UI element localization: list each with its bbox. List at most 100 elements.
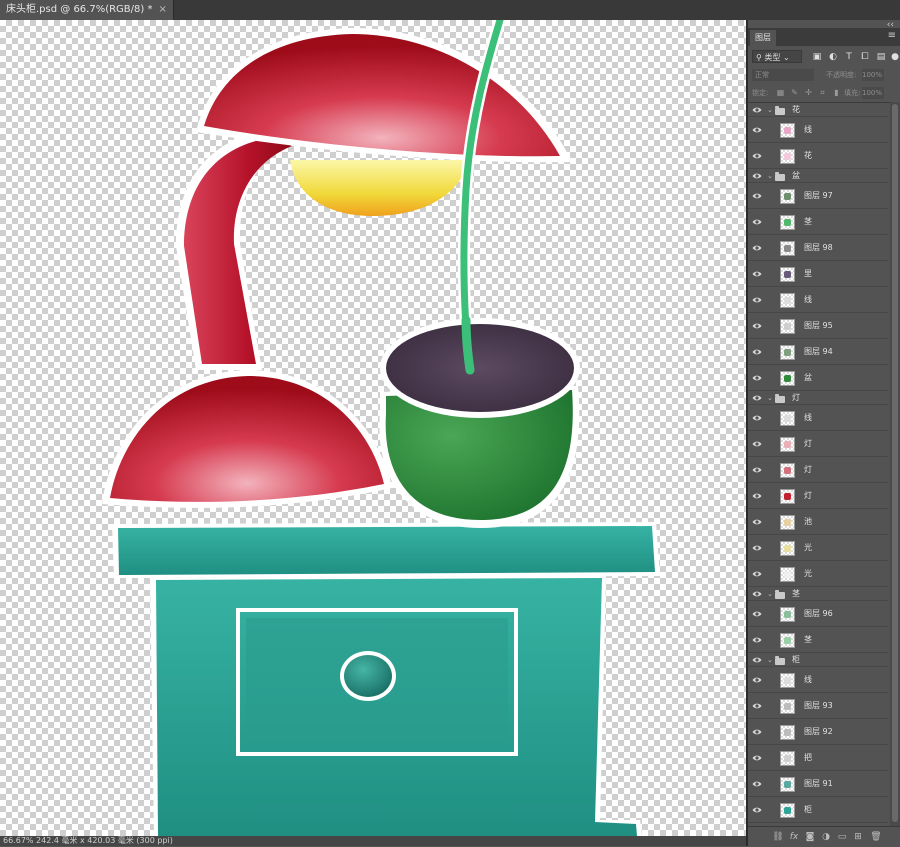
visibility-eye-icon[interactable] xyxy=(752,244,762,252)
link-icon[interactable]: ⛓ xyxy=(772,831,784,843)
layer-row[interactable]: 图层 95 xyxy=(748,313,888,339)
layer-thumbnail xyxy=(780,188,795,204)
visibility-eye-icon[interactable] xyxy=(752,192,762,200)
adjustment-icon[interactable]: ◑ xyxy=(820,831,832,843)
group-icon[interactable]: ▭ xyxy=(836,831,848,843)
filter-type-select[interactable]: ⚲ 类型 ⌄ xyxy=(752,50,802,63)
visibility-eye-icon[interactable] xyxy=(752,270,762,278)
layer-row[interactable]: 灯 xyxy=(748,483,888,509)
layer-row[interactable]: 盆 xyxy=(748,365,888,391)
group-chevron-icon[interactable]: ⌄ xyxy=(767,656,773,664)
visibility-eye-icon[interactable] xyxy=(752,656,762,664)
layer-row[interactable]: 里 xyxy=(748,261,888,287)
close-tab-icon[interactable]: × xyxy=(158,4,166,15)
layer-group-row[interactable]: ⌄ 花 xyxy=(748,103,888,117)
lock-all-icon[interactable]: ▮ xyxy=(832,88,841,97)
blend-mode-select[interactable]: 正常 xyxy=(752,69,814,81)
lock-pixels-icon[interactable]: ✎ xyxy=(790,88,799,97)
visibility-eye-icon[interactable] xyxy=(752,126,762,134)
layer-row[interactable]: 线 xyxy=(748,667,888,693)
layer-row[interactable]: 光 xyxy=(748,535,888,561)
layer-group-row[interactable]: ⌄ 茎 xyxy=(748,587,888,601)
layer-list-scroll-thumb[interactable] xyxy=(892,104,898,822)
panel-menu-icon[interactable]: ≡ xyxy=(888,31,896,41)
visibility-eye-icon[interactable] xyxy=(752,348,762,356)
layer-row[interactable]: 光 xyxy=(748,561,888,587)
layer-list[interactable]: ⌄ 花线花 ⌄ 盆图层 97 茎图层 98 里线图层 95 图层 94 盆 ⌄ 灯线灯灯灯池光光 ⌄… xyxy=(748,102,900,827)
layer-row[interactable]: 茎 xyxy=(748,209,888,235)
visibility-eye-icon[interactable] xyxy=(752,806,762,814)
image-filter-icon[interactable]: ▣ xyxy=(812,52,822,62)
visibility-eye-icon[interactable] xyxy=(752,610,762,618)
visibility-eye-icon[interactable] xyxy=(752,152,762,160)
filter-toggle-icon[interactable]: ● xyxy=(890,52,900,62)
group-chevron-icon[interactable]: ⌄ xyxy=(767,590,773,598)
smart-object-filter-icon[interactable]: ▤ xyxy=(876,52,886,62)
layer-group-row[interactable]: ⌄ 灯 xyxy=(748,391,888,405)
visibility-eye-icon[interactable] xyxy=(752,414,762,422)
layer-row[interactable]: 图层 93 xyxy=(748,693,888,719)
layer-row[interactable]: 图层 91 xyxy=(748,771,888,797)
opacity-input[interactable]: 100% xyxy=(862,69,884,81)
adjustment-filter-icon[interactable]: ◐ xyxy=(828,52,838,62)
layer-filter-row: ⚲ 类型 ⌄ ▣ ◐ T ⧠ ▤ ● xyxy=(748,48,900,66)
new-layer-icon[interactable]: ⊞ xyxy=(852,831,864,843)
tab-layers[interactable]: 图层 xyxy=(750,30,776,46)
layer-name: 光 xyxy=(804,543,812,552)
layer-row[interactable]: 图层 98 xyxy=(748,235,888,261)
visibility-eye-icon[interactable] xyxy=(752,570,762,578)
visibility-eye-icon[interactable] xyxy=(752,636,762,644)
layer-group-row[interactable]: ⌄ 柜 xyxy=(748,653,888,667)
layer-row[interactable]: 池 xyxy=(748,509,888,535)
visibility-eye-icon[interactable] xyxy=(752,590,762,598)
layer-row[interactable]: 图层 92 xyxy=(748,719,888,745)
layer-row[interactable]: 线 xyxy=(748,405,888,431)
layer-thumbnail xyxy=(780,750,795,766)
fill-input[interactable]: 100% xyxy=(862,87,884,99)
lock-transparency-icon[interactable]: ▦ xyxy=(776,88,785,97)
layer-row[interactable]: 线 xyxy=(748,117,888,143)
layer-group-row[interactable]: ⌄ 盆 xyxy=(748,169,888,183)
visibility-eye-icon[interactable] xyxy=(752,394,762,402)
lock-artboard-icon[interactable]: ⌗ xyxy=(818,88,827,97)
visibility-eye-icon[interactable] xyxy=(752,702,762,710)
document-tab[interactable]: 床头柜.psd @ 66.7%(RGB/8) * × xyxy=(0,0,174,20)
delete-icon[interactable]: 🗑 xyxy=(870,831,882,843)
visibility-eye-icon[interactable] xyxy=(752,296,762,304)
opacity-label: 不透明度: xyxy=(826,71,857,79)
layer-row[interactable]: 线 xyxy=(748,287,888,313)
visibility-eye-icon[interactable] xyxy=(752,218,762,226)
visibility-eye-icon[interactable] xyxy=(752,440,762,448)
layer-row[interactable]: 图层 96 xyxy=(748,601,888,627)
group-chevron-icon[interactable]: ⌄ xyxy=(767,172,773,180)
visibility-eye-icon[interactable] xyxy=(752,172,762,180)
layer-list-scrollbar[interactable] xyxy=(890,102,900,826)
visibility-eye-icon[interactable] xyxy=(752,676,762,684)
lock-position-icon[interactable]: ✛ xyxy=(804,88,813,97)
group-chevron-icon[interactable]: ⌄ xyxy=(767,394,773,402)
visibility-eye-icon[interactable] xyxy=(752,106,762,114)
visibility-eye-icon[interactable] xyxy=(752,754,762,762)
visibility-eye-icon[interactable] xyxy=(752,374,762,382)
visibility-eye-icon[interactable] xyxy=(752,518,762,526)
layer-row[interactable]: 把 xyxy=(748,745,888,771)
layer-row[interactable]: 柜 xyxy=(748,797,888,823)
shape-filter-icon[interactable]: ⧠ xyxy=(860,52,870,62)
visibility-eye-icon[interactable] xyxy=(752,728,762,736)
mask-icon[interactable]: ◙ xyxy=(804,831,816,843)
layer-row[interactable]: 图层 94 xyxy=(748,339,888,365)
visibility-eye-icon[interactable] xyxy=(752,780,762,788)
layer-row[interactable]: 灯 xyxy=(748,431,888,457)
group-chevron-icon[interactable]: ⌄ xyxy=(767,106,773,114)
visibility-eye-icon[interactable] xyxy=(752,322,762,330)
layer-row[interactable]: 茎 xyxy=(748,627,888,653)
visibility-eye-icon[interactable] xyxy=(752,466,762,474)
layer-row[interactable]: 灯 xyxy=(748,457,888,483)
canvas[interactable] xyxy=(0,20,746,836)
type-filter-icon[interactable]: T xyxy=(844,52,854,62)
fx-icon[interactable]: fx xyxy=(788,831,800,843)
visibility-eye-icon[interactable] xyxy=(752,492,762,500)
layer-row[interactable]: 花 xyxy=(748,143,888,169)
layer-row[interactable]: 图层 97 xyxy=(748,183,888,209)
visibility-eye-icon[interactable] xyxy=(752,544,762,552)
